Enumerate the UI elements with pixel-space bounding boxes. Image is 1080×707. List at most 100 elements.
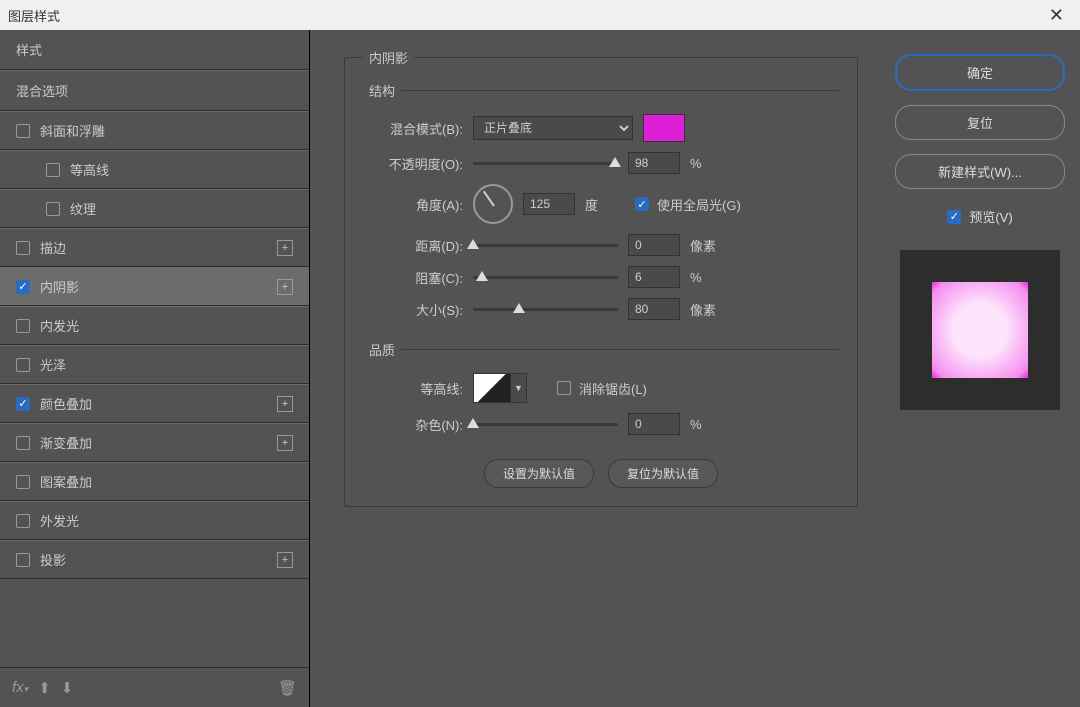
contour-dropdown-icon[interactable]: ▼ — [511, 373, 527, 403]
style-item-2[interactable]: 纹理 — [0, 189, 309, 228]
close-icon[interactable]: ✕ — [1041, 5, 1072, 26]
size-input[interactable] — [628, 298, 680, 320]
style-item-8[interactable]: 渐变叠加 + — [0, 423, 309, 462]
opacity-label: 不透明度(O): — [363, 154, 463, 173]
ok-button[interactable]: 确定 — [895, 54, 1065, 91]
style-item-7[interactable]: ✓ 颜色叠加 + — [0, 384, 309, 423]
reset-default-button[interactable]: 复位为默认值 — [608, 459, 718, 488]
style-item-10[interactable]: 外发光 — [0, 501, 309, 540]
style-item-3[interactable]: 描边 + — [0, 228, 309, 267]
style-item-6[interactable]: 光泽 — [0, 345, 309, 384]
style-item-label: 渐变叠加 — [40, 433, 92, 452]
angle-label: 角度(A): — [363, 195, 463, 214]
distance-slider[interactable] — [473, 238, 618, 252]
style-item-9[interactable]: 图案叠加 — [0, 462, 309, 501]
style-checkbox[interactable]: ✓ — [16, 397, 30, 411]
opacity-input[interactable] — [628, 152, 680, 174]
style-checkbox[interactable] — [46, 202, 60, 216]
new-style-button[interactable]: 新建样式(W)... — [895, 154, 1065, 189]
antialias-label: 消除锯齿(L) — [579, 379, 647, 398]
antialias-checkbox[interactable] — [557, 381, 571, 395]
blend-mode-label: 混合模式(B): — [363, 119, 463, 138]
blend-options-header[interactable]: 混合选项 — [0, 70, 309, 111]
style-checkbox[interactable] — [16, 241, 30, 255]
fieldset-title: 内阴影 — [363, 48, 414, 67]
blend-mode-select[interactable]: 正片叠底 — [473, 116, 633, 140]
structure-fieldset: 结构 混合模式(B): 正片叠底 不透明度(O): % 角度(A): 度 — [363, 81, 839, 330]
style-checkbox[interactable] — [16, 358, 30, 372]
add-effect-icon[interactable]: + — [277, 240, 293, 256]
preview-swatch — [932, 282, 1028, 378]
preview-checkbox[interactable]: ✓ — [947, 210, 961, 224]
style-item-label: 光泽 — [40, 355, 66, 374]
noise-label: 杂色(N): — [363, 415, 463, 434]
add-effect-icon[interactable]: + — [277, 396, 293, 412]
style-checkbox[interactable] — [46, 163, 60, 177]
choke-unit: % — [690, 270, 730, 285]
size-label: 大小(S): — [363, 300, 463, 319]
opacity-unit: % — [690, 156, 730, 171]
style-checkbox[interactable] — [16, 475, 30, 489]
choke-input[interactable] — [628, 266, 680, 288]
choke-label: 阻塞(C): — [363, 268, 463, 287]
settings-panel: 内阴影 结构 混合模式(B): 正片叠底 不透明度(O): % 角度(A): — [310, 30, 880, 707]
quality-fieldset: 品质 等高线: ▼ 消除锯齿(L) 杂色(N): — [363, 340, 839, 445]
style-checkbox[interactable] — [16, 553, 30, 567]
style-item-label: 内发光 — [40, 316, 79, 335]
color-swatch[interactable] — [643, 114, 685, 142]
style-checkbox[interactable] — [16, 436, 30, 450]
style-item-0[interactable]: 斜面和浮雕 — [0, 111, 309, 150]
add-effect-icon[interactable]: + — [277, 552, 293, 568]
style-item-1[interactable]: 等高线 — [0, 150, 309, 189]
style-item-label: 颜色叠加 — [40, 394, 92, 413]
style-item-label: 描边 — [40, 238, 66, 257]
right-panel: 确定 复位 新建样式(W)... ✓ 预览(V) — [880, 30, 1080, 707]
style-item-label: 投影 — [40, 550, 66, 569]
add-effect-icon[interactable]: + — [277, 279, 293, 295]
style-item-label: 纹理 — [70, 199, 96, 218]
size-unit: 像素 — [690, 300, 730, 319]
opacity-slider[interactable] — [473, 156, 618, 170]
style-item-label: 外发光 — [40, 511, 79, 530]
style-checkbox[interactable] — [16, 124, 30, 138]
size-slider[interactable] — [473, 302, 618, 316]
styles-header[interactable]: 样式 — [0, 30, 309, 70]
noise-input[interactable] — [628, 413, 680, 435]
style-item-4[interactable]: ✓内阴影+ — [0, 267, 309, 306]
inner-shadow-fieldset: 内阴影 结构 混合模式(B): 正片叠底 不透明度(O): % 角度(A): — [344, 48, 858, 507]
fx-icon[interactable]: fx▾ — [12, 679, 28, 696]
noise-slider[interactable] — [473, 417, 618, 431]
style-checkbox[interactable] — [16, 319, 30, 333]
content: 样式 混合选项 斜面和浮雕等高线纹理描边+✓内阴影+内发光光泽✓颜色叠加+渐变叠… — [0, 30, 1080, 707]
angle-input[interactable] — [523, 193, 575, 215]
style-item-5[interactable]: 内发光 — [0, 306, 309, 345]
style-checkbox[interactable] — [16, 514, 30, 528]
left-panel: 样式 混合选项 斜面和浮雕等高线纹理描边+✓内阴影+内发光光泽✓颜色叠加+渐变叠… — [0, 30, 310, 707]
quality-title: 品质 — [363, 340, 401, 359]
contour-label: 等高线: — [363, 379, 463, 398]
preview-box — [900, 250, 1060, 410]
style-item-11[interactable]: 投影 + — [0, 540, 309, 579]
trash-icon[interactable]: 🗑 — [278, 679, 297, 697]
add-effect-icon[interactable]: + — [277, 435, 293, 451]
distance-input[interactable] — [628, 234, 680, 256]
style-checkbox[interactable]: ✓ — [16, 280, 30, 294]
down-icon[interactable]: ⬇ — [61, 679, 74, 697]
style-list: 样式 混合选项 斜面和浮雕等高线纹理描边+✓内阴影+内发光光泽✓颜色叠加+渐变叠… — [0, 30, 309, 667]
distance-unit: 像素 — [690, 236, 730, 255]
global-light-checkbox[interactable]: ✓ — [635, 197, 649, 211]
make-default-button[interactable]: 设置为默认值 — [484, 459, 594, 488]
distance-label: 距离(D): — [363, 236, 463, 255]
style-item-label: 斜面和浮雕 — [40, 121, 105, 140]
titlebar: 图层样式 ✕ — [0, 0, 1080, 30]
angle-dial[interactable] — [473, 184, 513, 224]
up-icon[interactable]: ⬆ — [38, 679, 51, 697]
style-item-label: 图案叠加 — [40, 472, 92, 491]
choke-slider[interactable] — [473, 270, 618, 284]
contour-picker[interactable] — [473, 373, 511, 403]
style-item-label: 等高线 — [70, 160, 109, 179]
noise-unit: % — [690, 417, 730, 432]
cancel-button[interactable]: 复位 — [895, 105, 1065, 140]
angle-unit: 度 — [585, 195, 625, 214]
window-title: 图层样式 — [8, 6, 60, 25]
